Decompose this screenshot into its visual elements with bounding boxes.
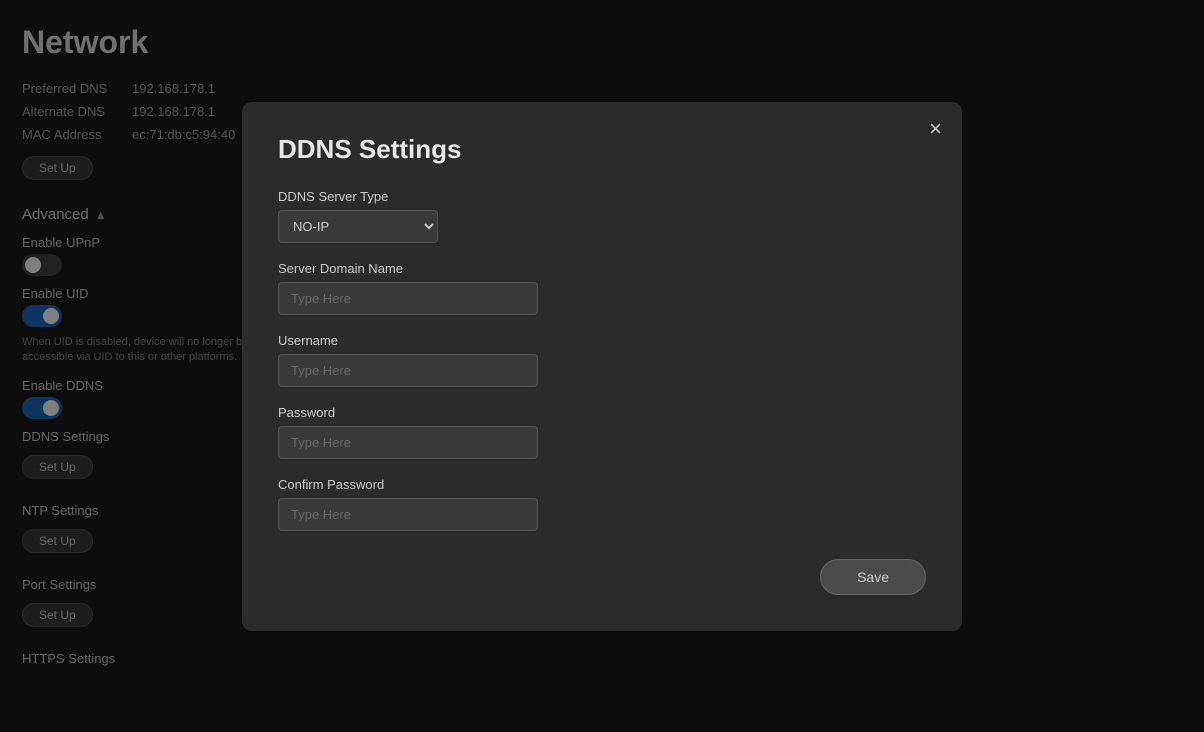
server-domain-name-label: Server Domain Name <box>278 261 926 276</box>
password-label: Password <box>278 405 926 420</box>
confirm-password-input[interactable] <box>278 498 538 531</box>
username-group: Username <box>278 333 926 387</box>
modal-close-button[interactable]: × <box>929 118 942 140</box>
confirm-password-group: Confirm Password <box>278 477 926 531</box>
username-label: Username <box>278 333 926 348</box>
modal-overlay[interactable]: DDNS Settings × DDNS Server Type NO-IP D… <box>0 0 1204 732</box>
ddns-settings-modal: DDNS Settings × DDNS Server Type NO-IP D… <box>242 102 962 631</box>
server-domain-name-group: Server Domain Name <box>278 261 926 315</box>
ddns-server-type-select[interactable]: NO-IP DynDNS Custom <box>278 210 438 243</box>
password-group: Password <box>278 405 926 459</box>
save-button[interactable]: Save <box>820 559 926 595</box>
username-input[interactable] <box>278 354 538 387</box>
modal-title: DDNS Settings <box>278 134 926 165</box>
confirm-password-label: Confirm Password <box>278 477 926 492</box>
modal-footer: Save <box>278 559 926 595</box>
ddns-server-type-label: DDNS Server Type <box>278 189 926 204</box>
ddns-server-type-group: DDNS Server Type NO-IP DynDNS Custom <box>278 189 926 243</box>
server-domain-name-input[interactable] <box>278 282 538 315</box>
password-input[interactable] <box>278 426 538 459</box>
